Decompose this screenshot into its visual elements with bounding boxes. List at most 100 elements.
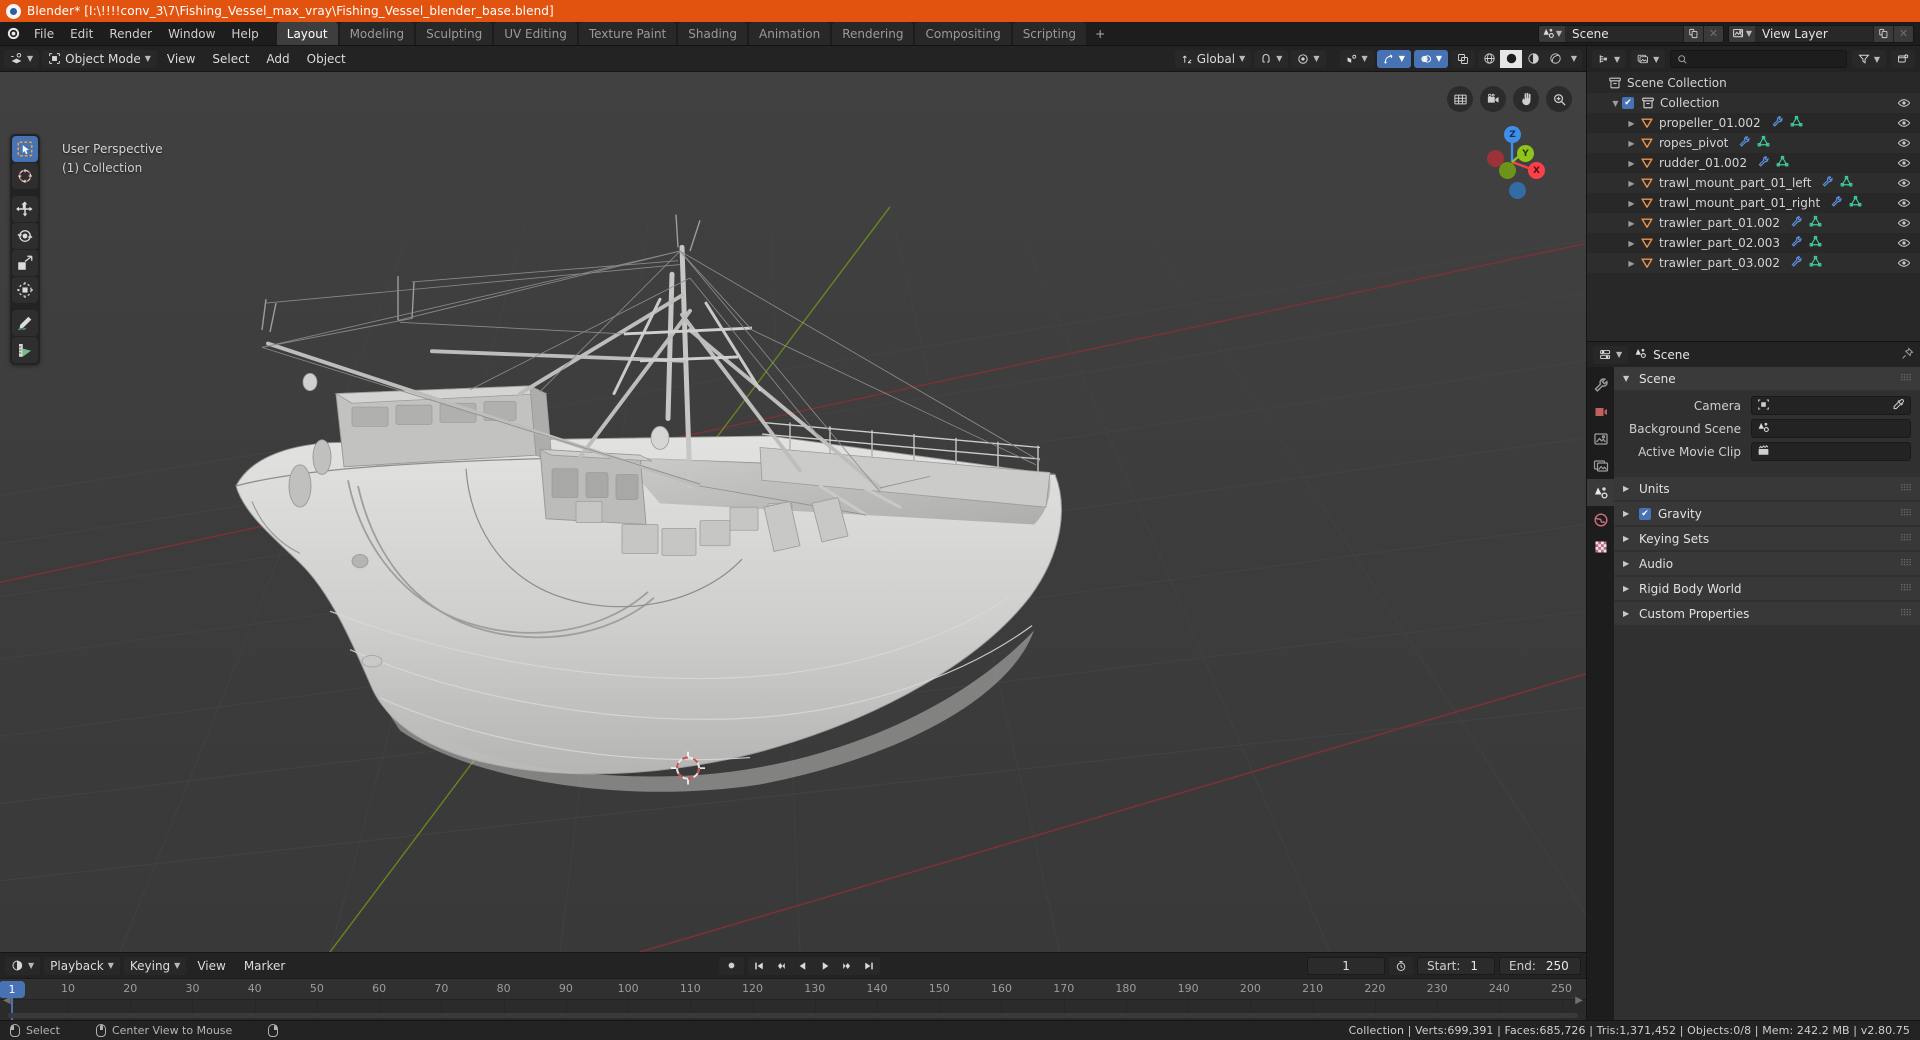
disclosure-closed-icon[interactable]: ▶ [1625, 179, 1638, 188]
menu-help[interactable]: Help [223, 22, 266, 45]
shading-options-dropdown[interactable]: ▼ [1566, 50, 1582, 68]
properties-editor-type-selector[interactable]: ▼ [1593, 345, 1629, 364]
timeline-menu-marker[interactable]: Marker [237, 959, 292, 973]
blender-logo-icon[interactable] [0, 22, 26, 45]
outliner-row[interactable]: ▶ trawler_part_01.002 [1587, 213, 1920, 233]
next-keyframe-button[interactable] [836, 957, 858, 975]
remove-viewlayer-button[interactable]: ✕ [1893, 25, 1913, 42]
panel-expand-closed-icon[interactable]: ▶ [1623, 609, 1632, 618]
outliner-search-input[interactable] [1670, 50, 1847, 68]
menu-window[interactable]: Window [160, 22, 223, 45]
outliner-item-label[interactable]: trawler_part_01.002 [1659, 216, 1780, 230]
outliner-display-mode-selector[interactable]: ▼ [1592, 50, 1627, 68]
properties-panel-header[interactable]: ▶ Units ⠿⠿ [1614, 477, 1920, 500]
outliner-row[interactable]: ▶ propeller_01.002 [1587, 113, 1920, 133]
workspace-tab-uv-editing[interactable]: UV Editing [494, 22, 577, 45]
panel-expand-open-icon[interactable]: ▼ [1623, 374, 1632, 383]
disclosure-open-icon[interactable]: ▼ [1609, 99, 1622, 108]
menu-edit[interactable]: Edit [62, 22, 101, 45]
properties-panel-header[interactable]: ▼ Scene ⠿⠿ [1614, 367, 1920, 390]
scene-selector[interactable]: ▼ Scene ✕ [1538, 24, 1724, 43]
camera-view-icon[interactable] [1480, 86, 1506, 112]
timeline-scroll-right-icon[interactable]: ▶ [1575, 995, 1583, 1006]
panel-expand-closed-icon[interactable]: ▶ [1623, 534, 1632, 543]
disclosure-closed-icon[interactable]: ▶ [1625, 119, 1638, 128]
outliner-item-label[interactable]: Scene Collection [1627, 76, 1727, 90]
viewport-menu-add[interactable]: Add [259, 52, 296, 66]
eye-icon[interactable] [1897, 136, 1911, 153]
properties-panel-header[interactable]: ▶ Rigid Body World ⠿⠿ [1614, 577, 1920, 600]
timeline-ruler[interactable] [0, 979, 1586, 1000]
pan-view-icon[interactable] [1513, 86, 1539, 112]
timeline-body[interactable]: ◀ ▶ 10 20 30 40 50 60 70 80 90 100 110 120 130 140 150… [0, 978, 1586, 1020]
axis-z-negative[interactable] [1509, 182, 1526, 199]
panel-drag-grip[interactable]: ⠿⠿ [1900, 509, 1912, 519]
collection-enable-checkbox[interactable]: ✔ [1622, 97, 1634, 109]
workspace-tab-texture-paint[interactable]: Texture Paint [578, 22, 677, 45]
axis-x-positive[interactable]: X [1528, 162, 1545, 179]
properties-panel-header[interactable]: ▶ Custom Properties ⠿⠿ [1614, 602, 1920, 625]
workspace-tab-rendering[interactable]: Rendering [832, 22, 914, 45]
timeline-playhead-label[interactable]: 1 [0, 981, 25, 998]
outliner-item-label[interactable]: trawler_part_03.002 [1659, 256, 1780, 270]
pin-icon[interactable] [1901, 346, 1914, 363]
disclosure-closed-icon[interactable]: ▶ [1625, 139, 1638, 148]
outliner-row[interactable]: ▶ ropes_pivot [1587, 133, 1920, 153]
properties-panel-header[interactable]: ▶ ✔ Gravity ⠿⠿ [1614, 502, 1920, 525]
outliner-row[interactable]: ▼ ✔ Collection [1587, 93, 1920, 113]
workspace-tab-compositing[interactable]: Compositing [915, 22, 1011, 45]
panel-expand-closed-icon[interactable]: ▶ [1623, 484, 1632, 493]
panel-drag-grip[interactable]: ⠿⠿ [1900, 534, 1912, 544]
shading-rendered[interactable] [1544, 50, 1566, 68]
properties-tab-scene[interactable] [1587, 479, 1614, 506]
menu-render[interactable]: Render [101, 22, 160, 45]
object-mode-selector[interactable]: Object Mode ▼ [42, 49, 157, 68]
properties-tab-viewlayer[interactable] [1587, 452, 1614, 479]
outliner-row[interactable]: ▶ trawl_mount_part_01_right [1587, 193, 1920, 213]
panel-expand-closed-icon[interactable]: ▶ [1623, 509, 1632, 518]
properties-tab-texture[interactable] [1587, 533, 1614, 560]
disclosure-closed-icon[interactable]: ▶ [1625, 239, 1638, 248]
toggle-orthographic-icon[interactable] [1447, 86, 1473, 112]
transform-tool[interactable] [12, 277, 38, 303]
eye-icon[interactable] [1897, 236, 1911, 253]
outliner-item-label[interactable]: rudder_01.002 [1659, 156, 1747, 170]
timeline-menu-view[interactable]: View [190, 959, 232, 973]
disclosure-closed-icon[interactable]: ▶ [1625, 259, 1638, 268]
gizmo-toggle[interactable]: ▼ [1376, 49, 1411, 68]
outliner-item-label[interactable]: propeller_01.002 [1659, 116, 1761, 130]
outliner-item-label[interactable]: trawl_mount_part_01_left [1659, 176, 1811, 190]
editor-type-selector[interactable]: ▼ [4, 49, 40, 68]
outliner-row[interactable]: ▶ trawler_part_02.003 [1587, 233, 1920, 253]
viewlayer-selector[interactable]: ▼ View Layer ✕ [1728, 24, 1914, 43]
proportional-editing-toggle[interactable]: ▼ [1291, 49, 1326, 68]
workspace-tab-scripting[interactable]: Scripting [1012, 22, 1087, 45]
add-workspace-button[interactable]: + [1088, 22, 1112, 45]
xray-toggle[interactable] [1451, 49, 1475, 68]
jump-to-end-button[interactable] [858, 957, 880, 975]
viewlayer-name[interactable]: View Layer [1755, 25, 1873, 42]
shading-wireframe[interactable] [1478, 50, 1500, 68]
properties-tab-tool[interactable] [1587, 371, 1614, 398]
measure-tool[interactable] [12, 337, 38, 363]
outliner-item-label[interactable]: trawl_mount_part_01_right [1659, 196, 1820, 210]
outliner-item-label[interactable]: trawler_part_02.003 [1659, 236, 1780, 250]
axis-y-negative[interactable] [1499, 162, 1516, 179]
frame-start-field[interactable]: Start: 1 [1417, 956, 1496, 975]
outliner-row[interactable]: ▶ rudder_01.002 [1587, 153, 1920, 173]
properties-tab-world[interactable] [1587, 506, 1614, 533]
viewport-menu-object[interactable]: Object [300, 52, 353, 66]
visibility-icon[interactable]: ▼ [1339, 49, 1374, 68]
panel-drag-grip[interactable]: ⠿⠿ [1900, 609, 1912, 619]
overlays-toggle[interactable]: ▼ [1413, 49, 1448, 68]
new-scene-button[interactable] [1683, 25, 1703, 42]
disclosure-closed-icon[interactable]: ▶ [1625, 219, 1638, 228]
scene-name[interactable]: Scene [1565, 25, 1683, 42]
timeline-menu-keying[interactable]: Keying ▼ [123, 956, 187, 975]
eye-icon[interactable] [1897, 116, 1911, 133]
new-collection-button[interactable] [1891, 50, 1915, 68]
property-field[interactable] [1751, 419, 1911, 438]
outliner-row[interactable]: ▶ trawl_mount_part_01_left [1587, 173, 1920, 193]
tweak-select-tool[interactable] [12, 136, 38, 162]
disclosure-closed-icon[interactable]: ▶ [1625, 199, 1638, 208]
